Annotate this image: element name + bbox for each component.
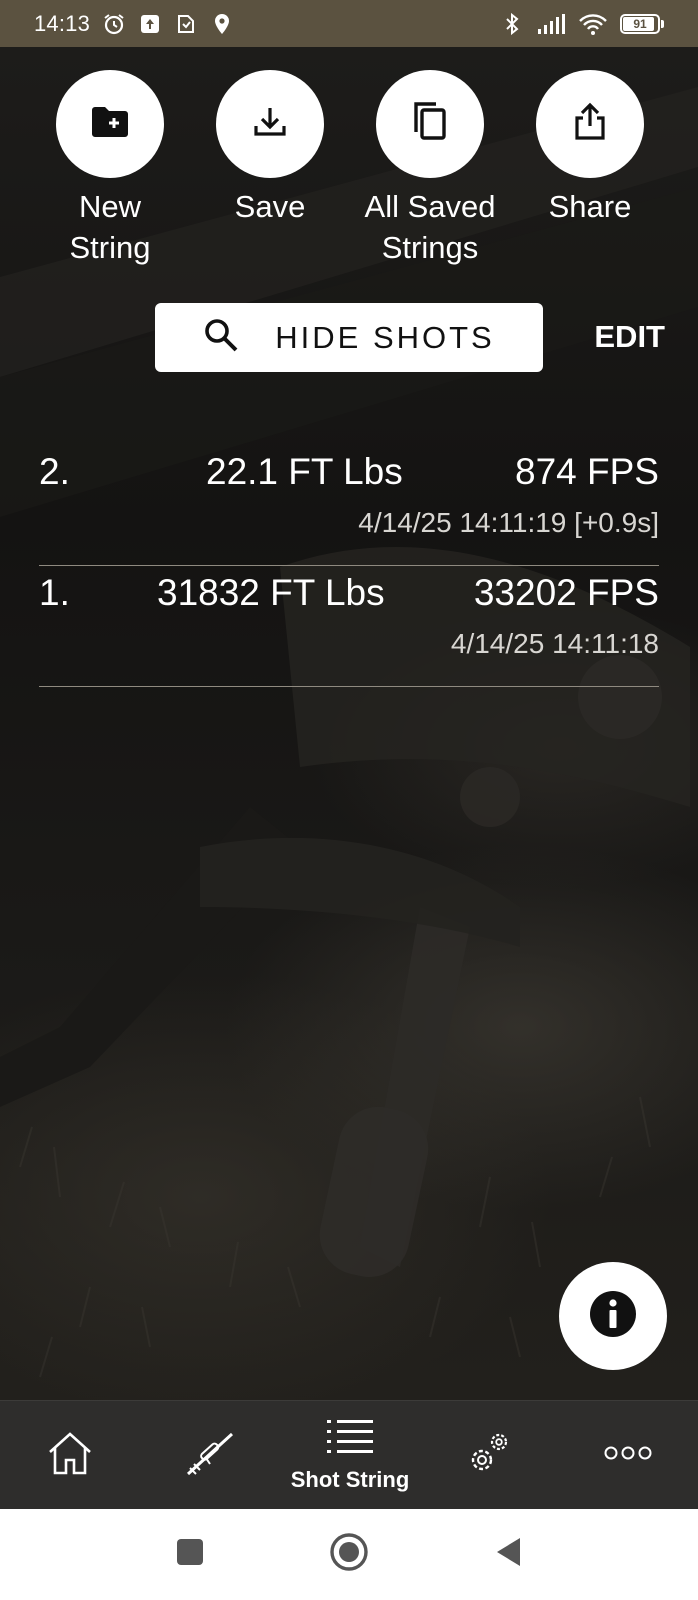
alarm-icon bbox=[102, 12, 126, 36]
app-notification-icon bbox=[174, 12, 198, 36]
shot-timestamp: 4/14/25 14:11:18 bbox=[450, 628, 659, 659]
shot-velocity: 874 FPS bbox=[515, 451, 659, 492]
action-bar: New String Save All Saved Strings Share bbox=[30, 70, 670, 270]
shot-row[interactable]: 2. 22.1 FT Lbs 874 FPS 4/14/25 14:11:19 … bbox=[39, 445, 659, 566]
shot-velocity: 33202 FPS bbox=[473, 572, 659, 613]
hide-shots-button[interactable]: HIDE SHOTS bbox=[155, 303, 543, 372]
more-icon bbox=[604, 1445, 652, 1466]
hide-shots-label: HIDE SHOTS bbox=[275, 319, 495, 355]
shot-energy: 31832 FT Lbs bbox=[157, 572, 385, 613]
save-circle[interactable] bbox=[216, 70, 324, 178]
shot-number: 2. bbox=[39, 451, 70, 492]
status-time: 14:13 bbox=[34, 10, 91, 36]
new-string-circle[interactable] bbox=[56, 70, 164, 178]
nav-shot-string[interactable]: Shot String bbox=[270, 1401, 430, 1510]
save-button[interactable]: Save bbox=[190, 70, 350, 270]
shot-row[interactable]: 1. 31832 FT Lbs 33202 FPS 4/14/25 14:11:… bbox=[39, 566, 659, 687]
new-string-label: New String bbox=[69, 189, 151, 265]
info-icon bbox=[589, 1290, 637, 1343]
nav-settings[interactable] bbox=[448, 1401, 528, 1510]
share-circle[interactable] bbox=[536, 70, 644, 178]
bottom-nav: Shot String bbox=[0, 1400, 698, 1509]
home-circle-icon bbox=[329, 1532, 369, 1577]
save-label: Save bbox=[234, 189, 306, 224]
rifle-icon bbox=[184, 1428, 236, 1483]
copy-icon bbox=[410, 100, 450, 149]
nav-more[interactable] bbox=[588, 1401, 668, 1510]
gear-icon bbox=[462, 1428, 514, 1483]
recents-square-icon bbox=[175, 1537, 205, 1572]
location-icon bbox=[210, 12, 234, 36]
info-button[interactable] bbox=[559, 1262, 667, 1370]
status-right: 91 bbox=[500, 12, 664, 36]
nav-home[interactable] bbox=[30, 1401, 110, 1510]
all-saved-strings-label: All Saved Strings bbox=[364, 189, 496, 265]
home-button[interactable] bbox=[319, 1509, 379, 1600]
bluetooth-icon bbox=[500, 12, 524, 36]
folder-add-icon bbox=[90, 105, 130, 144]
share-icon bbox=[570, 100, 610, 149]
all-saved-strings-circle[interactable] bbox=[376, 70, 484, 178]
new-string-button[interactable]: New String bbox=[30, 70, 190, 270]
status-bar: 14:13 91 bbox=[0, 0, 698, 47]
edit-button[interactable]: EDIT bbox=[594, 319, 665, 355]
battery-icon: 91 bbox=[620, 13, 664, 34]
upload-notification-icon bbox=[138, 12, 162, 36]
home-icon bbox=[45, 1430, 95, 1481]
status-left: 14:13 bbox=[34, 11, 234, 37]
download-icon bbox=[250, 102, 290, 147]
signal-icon bbox=[536, 12, 566, 36]
wifi-icon bbox=[578, 12, 608, 36]
back-button[interactable] bbox=[478, 1509, 538, 1600]
search-icon bbox=[203, 317, 239, 358]
shot-list: 2. 22.1 FT Lbs 874 FPS 4/14/25 14:11:19 … bbox=[39, 445, 659, 687]
all-saved-strings-button[interactable]: All Saved Strings bbox=[350, 70, 510, 270]
battery-level: 91 bbox=[633, 16, 647, 31]
back-triangle-icon bbox=[493, 1536, 523, 1573]
share-label: Share bbox=[548, 189, 632, 224]
nav-shot-string-label: Shot String bbox=[290, 1467, 410, 1492]
shot-energy: 22.1 FT Lbs bbox=[206, 451, 403, 492]
share-button[interactable]: Share bbox=[510, 70, 670, 270]
shot-number: 1. bbox=[39, 572, 70, 613]
nav-rifle[interactable] bbox=[170, 1401, 250, 1510]
list-icon bbox=[327, 1418, 373, 1461]
system-nav-bar bbox=[0, 1509, 698, 1600]
shot-timestamp: 4/14/25 14:11:19 [+0.9s] bbox=[358, 507, 659, 538]
recents-button[interactable] bbox=[160, 1509, 220, 1600]
